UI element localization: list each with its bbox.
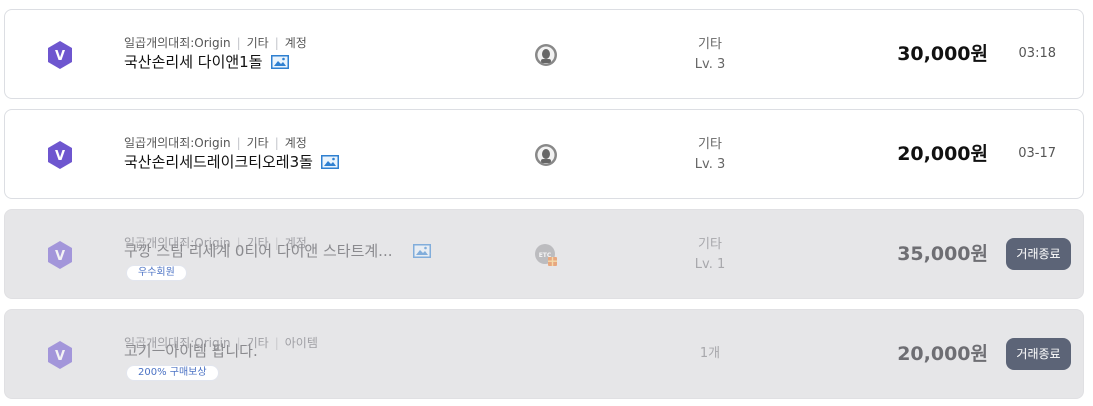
listing-title-text: 고기ㅡ아이템 팝니다. bbox=[124, 342, 258, 360]
listing-info: 1개 bbox=[655, 344, 765, 364]
listing-row[interactable]: V 일곱개의대죄:Origin | 기타 | 계정 국산손리세드레이크티오레3돌 기타 … bbox=[4, 109, 1084, 199]
listing-list: V 일곱개의대죄:Origin | 기타 | 계정 국산손리세 다이앤1돌 기타 Lv.… bbox=[4, 9, 1085, 406]
grade-badge-icon: V bbox=[46, 340, 74, 370]
listing-meta: 일곱개의대죄:Origin | 기타 | 계정 bbox=[124, 36, 307, 50]
info-level: Lv. 3 bbox=[694, 157, 726, 172]
listing-price: 30,000원 bbox=[897, 43, 988, 65]
listing-title[interactable]: 고기ㅡ아이템 팝니다. bbox=[124, 342, 258, 360]
listing-row[interactable]: V 일곱개의대죄:Origin | 기타 | 아이템 고기ㅡ아이템 팝니다. 200% … bbox=[4, 309, 1084, 399]
badge-letter: V bbox=[55, 149, 65, 164]
info-server: 기타 bbox=[698, 137, 722, 152]
info-level: Lv. 3 bbox=[694, 57, 726, 72]
category-name: 계정 bbox=[284, 36, 307, 50]
trade-closed-button[interactable]: 거래종료 bbox=[1006, 238, 1071, 270]
listing-title-text: 구깡 스팀 리세계 0티어 다이앤 스타트계... bbox=[124, 242, 393, 260]
listing-title[interactable]: 국산손리세 다이앤1돌 bbox=[124, 53, 289, 71]
user-avatar-icon bbox=[534, 143, 558, 167]
server-name: 기타 bbox=[246, 36, 269, 50]
info-quantity: 1개 bbox=[699, 346, 721, 361]
listing-info: 기타 Lv. 1 bbox=[655, 235, 765, 275]
category-name: 계정 bbox=[284, 136, 307, 150]
listing-row[interactable]: V 일곱개의대죄:Origin | 기타 | 계정 구깡 스팀 리세계 0티어 다이앤 … bbox=[4, 209, 1084, 299]
game-name: 일곱개의대죄:Origin bbox=[124, 136, 231, 150]
info-server: 기타 bbox=[698, 37, 722, 52]
listing-row[interactable]: V 일곱개의대죄:Origin | 기타 | 계정 국산손리세 다이앤1돌 기타 Lv.… bbox=[4, 9, 1084, 99]
listing-meta: 일곱개의대죄:Origin | 기타 | 계정 bbox=[124, 136, 307, 150]
listing-title-text: 국산손리세 다이앤1돌 bbox=[124, 53, 263, 71]
listing-title-text: 국산손리세드레이크티오레3돌 bbox=[124, 153, 313, 171]
listing-price: 20,000원 bbox=[897, 343, 988, 365]
listing-title[interactable]: 구깡 스팀 리세계 0티어 다이앤 스타트계... bbox=[124, 242, 431, 260]
badge-letter: V bbox=[55, 249, 65, 264]
image-attached-icon bbox=[412, 244, 431, 258]
listing-info: 기타 Lv. 3 bbox=[655, 135, 765, 175]
image-attached-icon bbox=[320, 155, 339, 169]
badge-letter: V bbox=[55, 49, 65, 64]
member-tag: 우수회원 bbox=[126, 265, 187, 281]
user-avatar-icon bbox=[534, 43, 558, 67]
category-name: 아이템 bbox=[284, 336, 318, 350]
game-name: 일곱개의대죄:Origin bbox=[124, 36, 231, 50]
listing-title[interactable]: 국산손리세드레이크티오레3돌 bbox=[124, 153, 339, 171]
etc-gift-icon: ETC bbox=[534, 243, 558, 267]
info-level: Lv. 1 bbox=[694, 257, 726, 272]
listing-time: 03-17 bbox=[1018, 146, 1056, 161]
grade-badge-icon: V bbox=[46, 240, 74, 270]
trade-closed-button[interactable]: 거래종료 bbox=[1006, 338, 1071, 370]
listing-price: 35,000원 bbox=[897, 243, 988, 265]
reward-tag: 200% 구매보상 bbox=[126, 365, 219, 381]
image-attached-icon bbox=[270, 55, 289, 69]
info-server: 기타 bbox=[698, 237, 722, 252]
grade-badge-icon: V bbox=[46, 140, 74, 170]
listing-price: 20,000원 bbox=[897, 143, 988, 165]
server-name: 기타 bbox=[246, 136, 269, 150]
listing-info: 기타 Lv. 3 bbox=[655, 35, 765, 75]
grade-badge-icon: V bbox=[46, 40, 74, 70]
badge-letter: V bbox=[55, 349, 65, 364]
listing-time: 03:18 bbox=[1018, 46, 1056, 61]
